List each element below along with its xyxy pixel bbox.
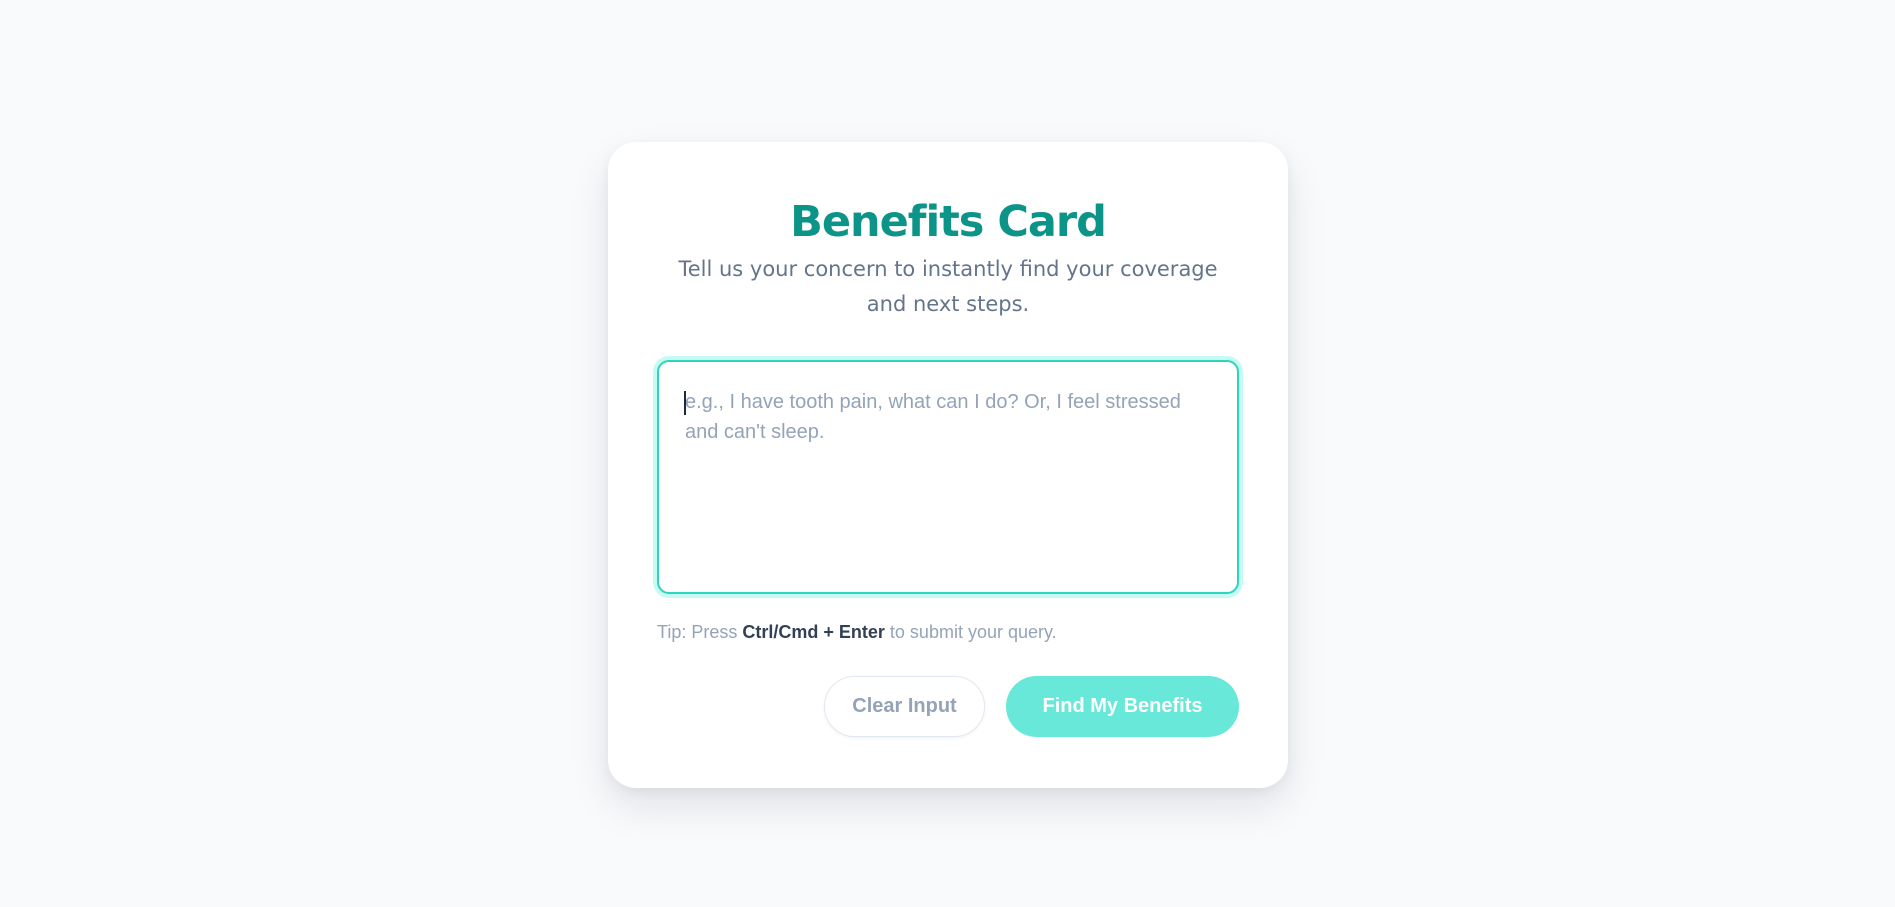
concern-input[interactable] <box>659 362 1237 592</box>
text-caret <box>684 391 686 415</box>
tip-suffix: to submit your query. <box>889 622 1057 642</box>
keyboard-tip: Tip: Press Ctrl/Cmd + Enter to submit yo… <box>657 622 1057 643</box>
find-benefits-button[interactable]: Find My Benefits <box>1006 676 1239 737</box>
benefits-card: Benefits Card Tell us your concern to in… <box>608 142 1288 788</box>
card-title: Benefits Card <box>790 197 1107 247</box>
card-subtitle: Tell us your concern to instantly find y… <box>678 257 1218 316</box>
tip-shortcut: Ctrl/Cmd + Enter <box>742 622 885 642</box>
tip-prefix: Tip: Press <box>657 622 738 642</box>
query-field-wrapper <box>657 360 1239 594</box>
clear-input-button[interactable]: Clear Input <box>824 676 985 737</box>
